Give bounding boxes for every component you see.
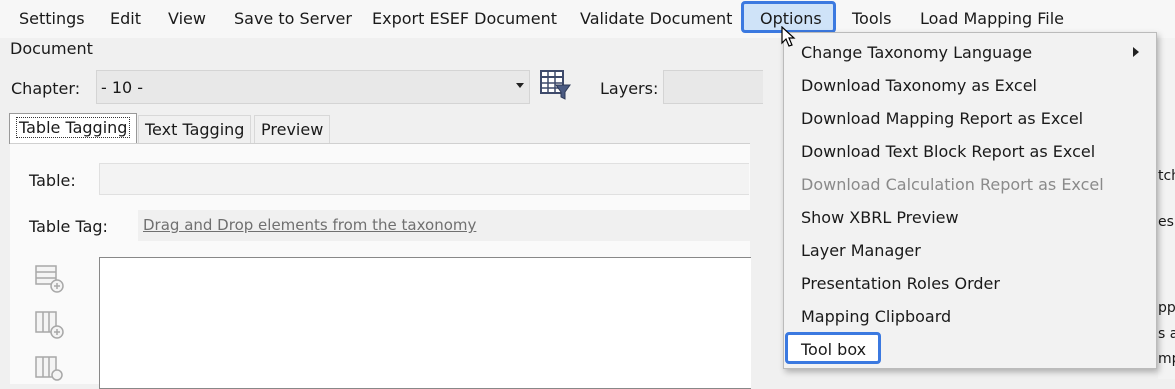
right-side-fragment: s a bbox=[1158, 326, 1175, 342]
tab-label: Preview bbox=[261, 120, 324, 139]
mouse-pointer-icon bbox=[780, 25, 800, 48]
menu-validate-document[interactable]: Validate Document bbox=[580, 9, 732, 28]
tab-preview[interactable]: Preview bbox=[254, 115, 331, 143]
tab-label: Text Tagging bbox=[145, 120, 245, 139]
right-side-fragment: tch bbox=[1158, 168, 1175, 184]
tab-text-tagging[interactable]: Text Tagging bbox=[138, 115, 252, 143]
right-side-fragment: mpl bbox=[1158, 351, 1175, 367]
table-tag-label: Table Tag: bbox=[29, 217, 108, 236]
tool-box-label: Tool box bbox=[801, 340, 867, 359]
chevron-right-icon bbox=[1133, 47, 1139, 57]
menu-item-download-calculation-report: Download Calculation Report as Excel bbox=[801, 175, 1104, 194]
menu-item-change-taxonomy-language[interactable]: Change Taxonomy Language bbox=[801, 43, 1032, 62]
chapter-label: Chapter: bbox=[11, 79, 81, 98]
menu-export-esef[interactable]: Export ESEF Document bbox=[372, 9, 557, 28]
menu-item-show-xbrl-preview[interactable]: Show XBRL Preview bbox=[801, 208, 959, 227]
menu-save-to-server[interactable]: Save to Server bbox=[234, 9, 352, 28]
add-table-column-icon[interactable] bbox=[34, 310, 66, 340]
table-settings-icon[interactable] bbox=[34, 355, 66, 385]
table-tag-hint: Drag and Drop elements from the taxonomy bbox=[143, 216, 477, 234]
right-side-fragment: es bbox=[1158, 214, 1174, 230]
table-grid-area[interactable] bbox=[99, 257, 751, 389]
chevron-down-icon bbox=[516, 83, 524, 88]
layers-select[interactable] bbox=[663, 70, 763, 104]
chapter-value: - 10 - bbox=[101, 78, 144, 97]
menu-item-mapping-clipboard[interactable]: Mapping Clipboard bbox=[801, 307, 951, 326]
tab-label: Table Tagging bbox=[16, 117, 131, 138]
table-label: Table: bbox=[29, 171, 76, 190]
chapter-select[interactable]: - 10 - bbox=[96, 70, 530, 104]
menu-item-download-text-block-report[interactable]: Download Text Block Report as Excel bbox=[801, 142, 1095, 161]
right-side-fragment: pp bbox=[1158, 300, 1175, 316]
menu-settings[interactable]: Settings bbox=[19, 9, 85, 28]
tab-table-tagging[interactable]: Table Tagging bbox=[9, 113, 138, 144]
table-input[interactable] bbox=[99, 163, 749, 195]
table-tag-drop-zone[interactable]: Drag and Drop elements from the taxonomy bbox=[138, 210, 750, 241]
menu-view[interactable]: View bbox=[168, 9, 206, 28]
add-table-row-icon[interactable] bbox=[34, 264, 66, 294]
menu-item-layer-manager[interactable]: Layer Manager bbox=[801, 241, 921, 260]
menu-edit[interactable]: Edit bbox=[110, 9, 141, 28]
document-section-label: Document bbox=[10, 39, 93, 58]
menu-item-download-mapping-report[interactable]: Download Mapping Report as Excel bbox=[801, 109, 1083, 128]
menu-tools[interactable]: Tools bbox=[852, 9, 891, 28]
layers-label: Layers: bbox=[600, 79, 659, 98]
options-dropdown-menu: Change Taxonomy Language Download Taxono… bbox=[783, 32, 1157, 369]
menu-load-mapping-file[interactable]: Load Mapping File bbox=[920, 9, 1064, 28]
menu-item-presentation-roles-order[interactable]: Presentation Roles Order bbox=[801, 274, 1000, 293]
menu-item-download-taxonomy-excel[interactable]: Download Taxonomy as Excel bbox=[801, 76, 1037, 95]
table-filter-icon[interactable] bbox=[539, 68, 573, 102]
menu-item-tool-box[interactable]: Tool box bbox=[785, 332, 881, 364]
